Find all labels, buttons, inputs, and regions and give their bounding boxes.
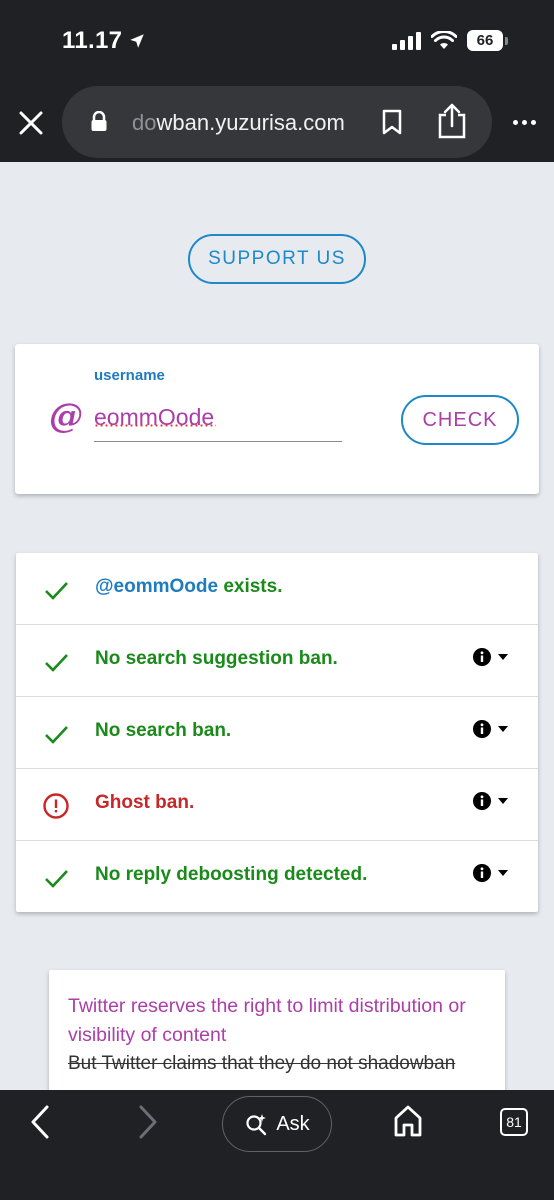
caret-down-icon (498, 798, 508, 804)
location-arrow-icon (130, 34, 144, 48)
info-dropdown-toggle[interactable] (472, 647, 508, 667)
wifi-icon (431, 30, 457, 49)
username-label: username (94, 367, 165, 384)
alert-circle-icon (43, 793, 69, 819)
info-dropdown-toggle[interactable] (472, 863, 508, 883)
check-mark-icon (45, 654, 68, 672)
url-faded-part: do (132, 110, 157, 135)
spellcheck-underline (94, 424, 216, 427)
more-dot-icon (521, 119, 527, 125)
sparkle-search-icon (246, 1114, 267, 1136)
battery-level: 66 (467, 30, 503, 51)
battery-indicator: 66 (467, 30, 508, 51)
cellular-signal-icon (392, 31, 421, 50)
result-handle: @eommOode (95, 576, 219, 597)
result-text: Ghost ban. (95, 792, 195, 813)
url-main-part: wban.yuzurisa.com (156, 110, 345, 135)
browser-bottom-toolbar: Ask 81 (0, 1090, 554, 1200)
note-strikethrough-text: But Twitter claims that they do not shad… (68, 1053, 456, 1074)
info-icon (473, 720, 491, 738)
battery-tip (505, 36, 508, 45)
result-row-exists: @eommOode exists. (16, 553, 538, 625)
status-time: 11.17 (62, 27, 146, 55)
result-text-suffix: exists. (218, 576, 283, 597)
more-options-button[interactable] (508, 108, 540, 136)
result-text: No search suggestion ban. (95, 648, 338, 669)
url-text[interactable]: dowban.yuzurisa.com (132, 110, 358, 136)
results-card: @eommOode exists. No search suggestion b… (16, 553, 538, 912)
close-tab-button[interactable] (14, 106, 48, 140)
status-time-text: 11.17 (62, 27, 123, 54)
caret-down-icon (498, 726, 508, 732)
result-row-reply-deboosting: No reply deboosting detected. (16, 840, 538, 912)
username-input[interactable] (94, 394, 342, 442)
more-dot-icon (512, 119, 518, 125)
caret-down-icon (498, 654, 508, 660)
info-icon (473, 792, 491, 810)
lock-icon (91, 111, 107, 131)
status-icons: 66 (392, 30, 508, 51)
result-row-ghost-ban: Ghost ban. (16, 768, 538, 840)
ask-button[interactable]: Ask (222, 1096, 332, 1152)
result-text: @eommOode exists. (95, 576, 282, 598)
username-search-card: @ username CHECK (15, 344, 539, 494)
check-button[interactable]: CHECK (401, 395, 519, 445)
close-icon (19, 111, 43, 135)
check-mark-icon (45, 870, 68, 888)
result-row-search-ban: No search ban. (16, 696, 538, 768)
ask-label: Ask (276, 1112, 310, 1135)
back-arrow-icon[interactable] (26, 1102, 54, 1142)
check-mark-icon (45, 726, 68, 744)
share-icon[interactable] (436, 102, 468, 140)
caret-down-icon (498, 870, 508, 876)
check-mark-icon (45, 582, 68, 600)
info-dropdown-toggle[interactable] (472, 791, 508, 811)
home-icon[interactable] (392, 1104, 424, 1138)
forward-arrow-icon[interactable] (134, 1102, 162, 1142)
note-main-text: Twitter reserves the right to limit dist… (68, 995, 466, 1046)
result-text: No search ban. (95, 720, 232, 741)
info-icon (473, 648, 491, 666)
info-dropdown-toggle[interactable] (472, 719, 508, 739)
browser-top-bar: 11.17 66 dowban.yuzurisa.com (0, 0, 554, 162)
result-text: No reply deboosting detected. (95, 864, 368, 885)
more-dot-icon (530, 119, 536, 125)
support-us-button[interactable]: SUPPORT US (188, 234, 366, 284)
at-symbol: @ (49, 396, 83, 436)
address-bar[interactable]: dowban.yuzurisa.com (62, 86, 492, 158)
bookmark-icon[interactable] (378, 108, 406, 136)
tab-switcher-button[interactable]: 81 (500, 1108, 528, 1136)
info-icon (473, 864, 491, 882)
shadowban-note-card: Twitter reserves the right to limit dist… (49, 970, 505, 1110)
result-row-search-suggestion: No search suggestion ban. (16, 624, 538, 696)
